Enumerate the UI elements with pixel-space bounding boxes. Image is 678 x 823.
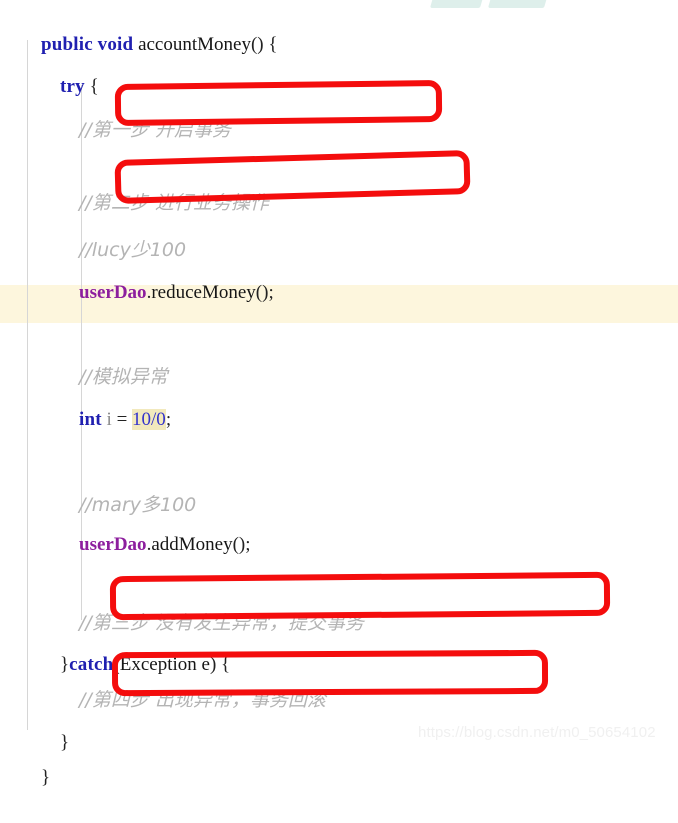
code-line-comment-mock-exception[interactable]: //模拟异常 xyxy=(22,332,678,388)
field-userDao: userDao xyxy=(79,534,147,555)
code-line-comment-step4[interactable]: //第四步 出现异常，事务回滚 xyxy=(22,655,678,711)
code-line-int-division[interactable]: int i = 10/0; xyxy=(22,375,678,430)
method-call-addMoney: addMoney xyxy=(151,534,233,555)
code-line-method-signature[interactable]: public void accountMoney() { xyxy=(22,0,678,55)
comment-step-1: //第一步 开启事务 xyxy=(79,119,231,141)
code-line-add-money[interactable]: userDao.addMoney(); xyxy=(22,500,678,555)
code-line-reduce-money[interactable]: userDao.reduceMoney(); xyxy=(22,248,678,303)
highlighted-expression-10-div-0: 10/0 xyxy=(132,409,166,430)
csdn-blog-watermark: https://blog.csdn.net/m0_50654102 xyxy=(418,724,656,741)
code-line-try[interactable]: try { xyxy=(22,42,678,97)
method-call-reduceMoney: reduceMoney xyxy=(151,282,256,303)
close-brace-method: } xyxy=(41,767,51,788)
code-line-comment-mary[interactable]: //mary多100 xyxy=(22,460,678,516)
code-line-catch[interactable]: }catch(Exception e) { xyxy=(22,620,678,675)
code-line-comment-step1[interactable]: //第一步 开启事务 xyxy=(22,85,678,141)
code-line-comment-step3[interactable]: //第三步 没有发生异常，提交事务 xyxy=(22,578,678,634)
field-userDao: userDao xyxy=(79,282,147,303)
code-editor-screenshot: public void accountMoney() { try { //第一步… xyxy=(0,0,678,788)
keyword-int: int xyxy=(79,409,102,430)
code-line-comment-step2[interactable]: //第二步 进行业务操作 xyxy=(22,158,678,214)
code-line-comment-lucy[interactable]: //lucy少100 xyxy=(22,205,678,261)
assign-operator: = xyxy=(111,409,133,430)
